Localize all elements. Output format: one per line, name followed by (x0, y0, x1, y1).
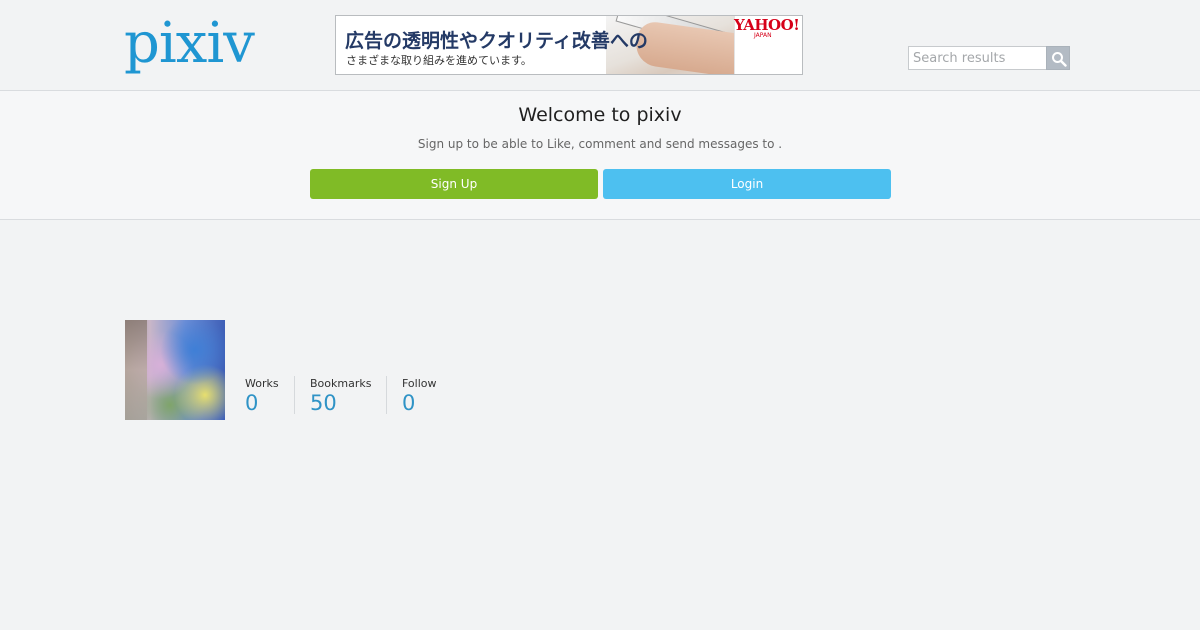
search-input[interactable] (908, 46, 1047, 70)
welcome-subtitle: Sign up to be able to Like, comment and … (417, 137, 783, 151)
stat-bookmarks-value: 50 (310, 391, 337, 415)
signup-button[interactable]: Sign Up (310, 169, 598, 199)
stat-bookmarks[interactable]: Bookmarks 50 (294, 376, 371, 414)
header: pixiv 広告の透明性やクオリティ改善への さまざまな取り組みを進めています。… (0, 0, 1200, 91)
avatar-art-strip (125, 320, 147, 420)
ad-brand-sub: JAPAN (754, 32, 772, 39)
welcome-title: Welcome to pixiv (518, 104, 682, 126)
stat-bookmarks-label: Bookmarks (310, 377, 372, 390)
pixiv-logo[interactable]: pixiv (124, 12, 255, 76)
ad-subline: さまざまな取り組みを進めています。 (346, 54, 532, 67)
login-button[interactable]: Login (603, 169, 891, 199)
avatar[interactable] (125, 320, 225, 420)
stat-follow-value: 0 (402, 391, 416, 415)
search-box (908, 46, 1070, 70)
ad-headline: 広告の透明性やクオリティ改善への (345, 30, 648, 52)
stat-works-label: Works (245, 377, 279, 390)
search-button[interactable] (1046, 46, 1070, 70)
welcome-panel: Welcome to pixiv Sign up to be able to L… (0, 91, 1200, 220)
stat-follow-label: Follow (402, 377, 437, 390)
stat-follow[interactable]: Follow 0 (386, 376, 437, 414)
search-icon (1052, 52, 1067, 67)
stat-works-value: 0 (245, 391, 259, 415)
ad-brand-logo: YAHOO! (734, 16, 800, 34)
advertisement-banner[interactable]: 広告の透明性やクオリティ改善への さまざまな取り組みを進めています。 YAHOO… (335, 15, 803, 75)
stat-works[interactable]: Works 0 (245, 376, 279, 414)
